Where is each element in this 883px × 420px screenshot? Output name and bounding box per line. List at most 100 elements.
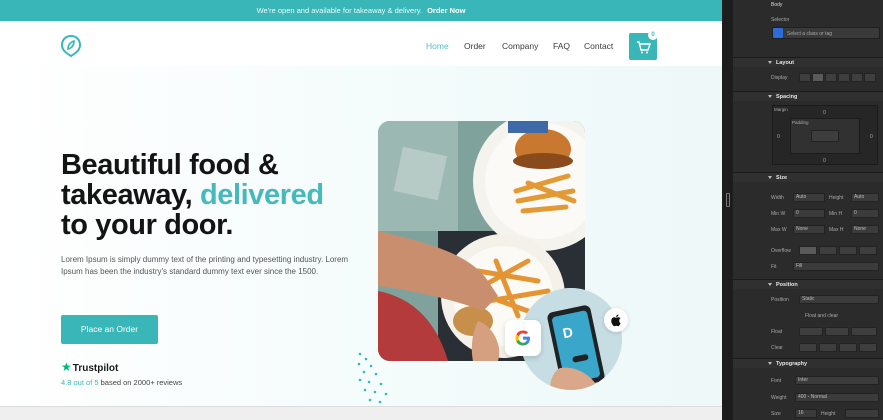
float-label: Float bbox=[771, 329, 783, 335]
chevron-down-icon bbox=[768, 61, 772, 64]
nav-contact[interactable]: Contact bbox=[584, 41, 613, 51]
google-badge[interactable] bbox=[505, 320, 541, 356]
trustpilot-brand: Trustpilot bbox=[72, 363, 119, 374]
typography-section-title: Typography bbox=[776, 361, 808, 367]
display-inline-button[interactable] bbox=[851, 73, 863, 82]
announcement-text: We're open and available for takeaway & … bbox=[256, 6, 422, 15]
designer-canvas: We're open and available for takeaway & … bbox=[0, 0, 722, 406]
weight-label: Weight bbox=[771, 395, 787, 401]
fit-select[interactable]: Fill bbox=[793, 262, 879, 271]
nav-order[interactable]: Order bbox=[464, 41, 486, 51]
overflow-label: Overflow bbox=[771, 248, 791, 254]
spacing-section-header[interactable]: Spacing bbox=[733, 91, 883, 101]
font-size-label: Size bbox=[771, 411, 781, 417]
display-inline-block-button[interactable] bbox=[838, 73, 850, 82]
clear-left-button[interactable] bbox=[819, 343, 837, 352]
rating-score: 4.8 out of 5 bbox=[61, 378, 99, 387]
min-width-input[interactable]: 0 bbox=[793, 209, 825, 218]
max-height-input[interactable]: None bbox=[851, 225, 879, 234]
position-select[interactable]: Static bbox=[799, 295, 879, 304]
hero-title: Beautiful food & takeaway, delivered to … bbox=[61, 150, 361, 240]
nav-home[interactable]: Home bbox=[426, 41, 449, 51]
display-label: Display bbox=[771, 75, 788, 81]
hero-title-line-3: to your door. bbox=[61, 209, 234, 241]
chevron-down-icon bbox=[768, 283, 772, 286]
overflow-visible-button[interactable] bbox=[799, 246, 817, 255]
display-grid-button[interactable] bbox=[825, 73, 837, 82]
margin-top-value[interactable]: 0 bbox=[823, 110, 826, 116]
place-order-button[interactable]: Place an Order bbox=[61, 315, 158, 344]
height-input[interactable]: Auto bbox=[851, 193, 879, 202]
selector-label: Selector bbox=[771, 17, 790, 23]
clear-none-button[interactable] bbox=[799, 343, 817, 352]
width-input[interactable]: Auto bbox=[793, 193, 825, 202]
size-section-title: Size bbox=[776, 175, 788, 181]
fit-label: Fit bbox=[771, 264, 777, 270]
float-clear-toggle[interactable]: Float and clear bbox=[805, 313, 838, 319]
panel-resize-handle[interactable] bbox=[726, 193, 730, 207]
float-left-button[interactable] bbox=[825, 327, 849, 336]
decorative-dots bbox=[357, 352, 388, 404]
typography-section-header[interactable]: Typography bbox=[733, 358, 883, 368]
hero-title-line-2: takeaway, delivered bbox=[61, 180, 361, 210]
trustpilot-star-icon: ★ bbox=[61, 360, 72, 374]
margin-bottom-value[interactable]: 0 bbox=[823, 158, 826, 164]
announcement-bar: We're open and available for takeaway & … bbox=[0, 0, 722, 21]
clear-right-button[interactable] bbox=[839, 343, 857, 352]
clear-both-button[interactable] bbox=[859, 343, 877, 352]
display-none-button[interactable] bbox=[864, 73, 876, 82]
font-size-input[interactable]: 16 bbox=[795, 409, 817, 418]
position-section-header[interactable]: Position bbox=[733, 279, 883, 289]
min-width-label: Min W bbox=[771, 211, 786, 217]
style-panel: Body Selector Select a class or tag Layo… bbox=[733, 0, 883, 420]
google-icon bbox=[515, 330, 530, 346]
chevron-down-icon bbox=[768, 362, 772, 365]
layout-section-title: Layout bbox=[776, 60, 795, 66]
size-section-header[interactable]: Size bbox=[733, 172, 883, 182]
line-height-input[interactable] bbox=[845, 409, 879, 418]
max-width-input[interactable]: None bbox=[793, 225, 825, 234]
float-none-button[interactable] bbox=[799, 327, 823, 336]
font-select[interactable]: Inter bbox=[795, 376, 879, 385]
content-box bbox=[811, 130, 839, 142]
overflow-auto-button[interactable] bbox=[859, 246, 877, 255]
weight-select[interactable]: 400 - Normal bbox=[795, 393, 879, 402]
padding-label: Padding bbox=[792, 120, 809, 125]
min-height-input[interactable]: 0 bbox=[851, 209, 879, 218]
display-flex-button[interactable] bbox=[812, 73, 824, 82]
apple-icon bbox=[611, 314, 621, 327]
rating-suffix: based on 2000+ reviews bbox=[98, 378, 183, 387]
hero-description: Lorem Ipsum is simply dummy text of the … bbox=[61, 255, 349, 276]
layout-section-header[interactable]: Layout bbox=[733, 57, 883, 67]
height-label: Height bbox=[829, 195, 844, 201]
chevron-down-icon bbox=[768, 95, 772, 98]
margin-label: Margin bbox=[774, 107, 788, 112]
panel-divider bbox=[722, 0, 733, 420]
order-now-link[interactable]: Order Now bbox=[427, 6, 465, 15]
selector-placeholder: Select a class or tag bbox=[787, 31, 833, 37]
hero-title-line-1: Beautiful food & bbox=[61, 149, 279, 181]
float-right-button[interactable] bbox=[851, 327, 877, 336]
overflow-scroll-button[interactable] bbox=[839, 246, 857, 255]
line-height-label: Height bbox=[821, 411, 836, 417]
max-width-label: Max W bbox=[771, 227, 787, 233]
chevron-down-icon bbox=[768, 176, 772, 179]
nav-faq[interactable]: FAQ bbox=[553, 41, 570, 51]
hero-title-delivered: delivered bbox=[199, 179, 324, 211]
nav-company[interactable]: Company bbox=[502, 41, 538, 51]
trustpilot-logo: ★Trustpilot bbox=[61, 360, 118, 374]
rating-text: 4.8 out of 5 based on 2000+ reviews bbox=[61, 378, 182, 387]
spacing-section-title: Spacing bbox=[776, 94, 798, 100]
apple-badge[interactable] bbox=[604, 308, 628, 332]
hero-title-takeaway: takeaway, bbox=[61, 179, 200, 211]
overflow-hidden-button[interactable] bbox=[819, 246, 837, 255]
leaf-pin-logo-icon[interactable] bbox=[60, 34, 82, 58]
margin-right-value[interactable]: 0 bbox=[870, 134, 873, 140]
canvas-bottom-bar bbox=[0, 406, 722, 420]
display-block-button[interactable] bbox=[799, 73, 811, 82]
panel-selected-element: Body bbox=[771, 2, 783, 8]
margin-left-value[interactable]: 0 bbox=[777, 134, 780, 140]
cart-count-badge: 0 bbox=[648, 30, 658, 40]
font-label: Font bbox=[771, 378, 782, 384]
clear-label: Clear bbox=[771, 345, 783, 351]
